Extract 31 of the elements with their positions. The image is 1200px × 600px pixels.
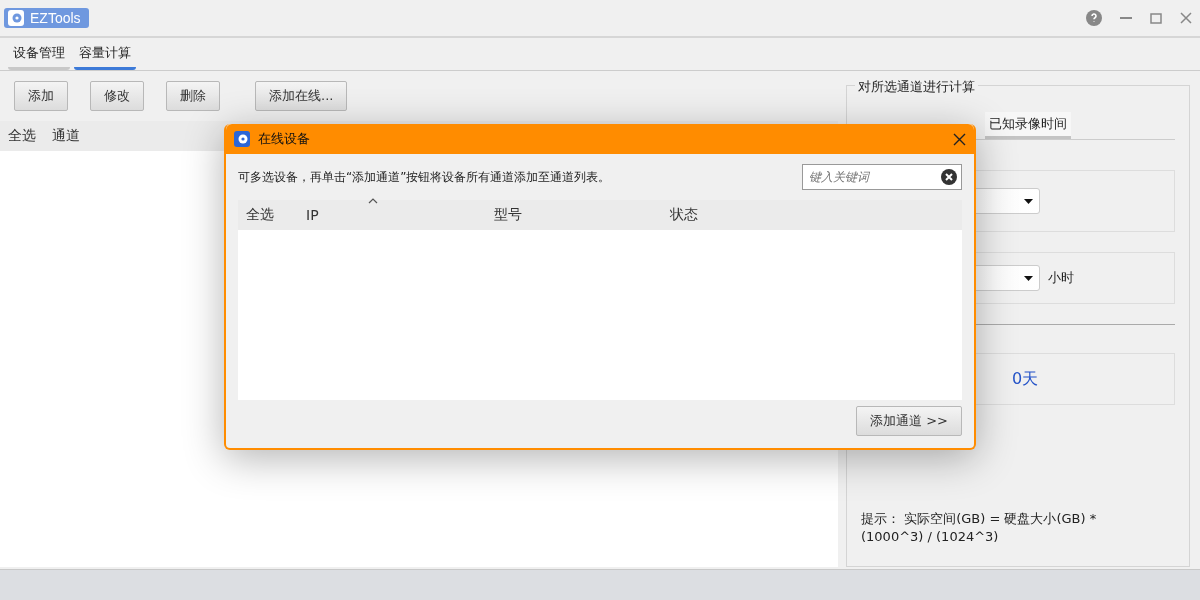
toolbar-button[interactable]: 修改 [90,81,144,111]
sort-caret-icon [368,198,378,204]
add-channel-button[interactable]: 添加通道 >> [856,406,962,436]
gear-icon [234,131,250,147]
help-icon[interactable] [1086,10,1102,26]
instruction-text: 可多选设备，再单击“添加通道”按钮将设备所有通道添加至通道列表。 [238,168,611,186]
search-field[interactable]: 键入关键词 [802,164,962,190]
close-icon [953,132,966,146]
search-input[interactable]: 键入关键词 [807,169,941,185]
group-title: 对所选通道进行计算 [855,78,978,96]
column-header[interactable]: 通道 [36,127,80,145]
toolbar-button[interactable]: 添加在线... [255,81,348,111]
window-title: EZTools [30,10,81,26]
column-header[interactable]: IP [274,207,319,223]
clear-icon[interactable] [941,169,957,185]
toolbar-button[interactable]: 添加 [14,81,68,111]
maximize-icon[interactable] [1150,12,1162,24]
column-header[interactable]: 状态 [521,206,698,224]
unit-label: 小时 [1048,269,1074,287]
hint-text: 提示： 实际空间(GB) = 硬盘大小(GB) * (1000^3) / (1024^3) [861,510,1098,546]
column-header[interactable]: 型号 [318,206,522,224]
caret-icon [1024,275,1033,281]
column-header[interactable]: 全选 [238,206,274,224]
dialog-title: 在线设备 [258,130,310,148]
column-header[interactable]: 全选 [0,127,36,145]
result-value: 0天 [1012,368,1039,390]
caret-icon [1024,198,1033,204]
tab[interactable]: 已知录像时间 [985,112,1071,139]
close-button[interactable] [953,132,966,146]
close-icon[interactable] [1180,12,1192,24]
toolbar-button[interactable]: 删除 [166,81,220,111]
